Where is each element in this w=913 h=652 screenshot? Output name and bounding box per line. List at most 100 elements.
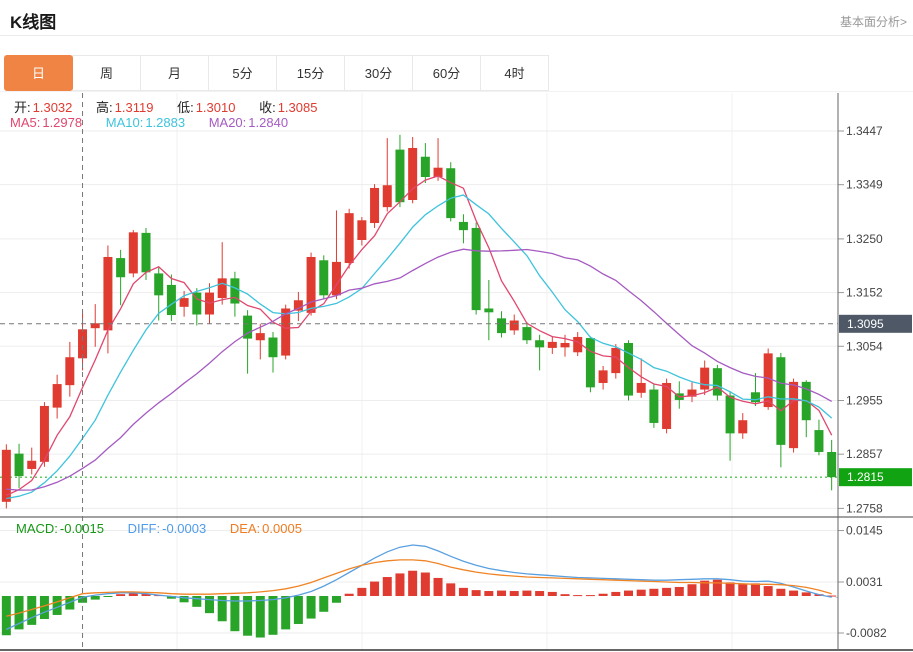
- macd-hist-bar: [598, 593, 608, 596]
- close-label: 收:: [259, 100, 276, 115]
- tab-5分[interactable]: 5分: [208, 55, 277, 91]
- macd-hist-bar: [509, 591, 519, 596]
- price-axis-label: 1.3054: [846, 339, 883, 353]
- candle-body[interactable]: [344, 213, 354, 264]
- candle-body[interactable]: [319, 260, 329, 296]
- candle-body[interactable]: [725, 395, 735, 434]
- candle-body[interactable]: [560, 342, 570, 348]
- macd-hist-bar: [395, 573, 405, 596]
- candle-body[interactable]: [27, 460, 37, 469]
- tab-15分[interactable]: 15分: [276, 55, 345, 91]
- candle-body[interactable]: [255, 333, 265, 341]
- macd-hist-bar: [357, 587, 367, 596]
- price-axis-label: 1.2955: [846, 393, 883, 407]
- macd-axis-label: 0.0031: [846, 575, 883, 589]
- tab-60分[interactable]: 60分: [412, 55, 481, 91]
- ma20-label: MA20:: [208, 115, 247, 130]
- tab-月[interactable]: 月: [140, 55, 209, 91]
- candle-body[interactable]: [217, 278, 227, 299]
- candle-body[interactable]: [458, 221, 468, 231]
- candle-body[interactable]: [547, 341, 557, 348]
- candle-body[interactable]: [14, 453, 24, 477]
- candle-body[interactable]: [738, 420, 748, 434]
- chart-area[interactable]: 1.3447 1.3349 1.3250 1.3152 1.3054 1.2955 1.28…: [0, 93, 913, 652]
- tab-30分[interactable]: 30分: [344, 55, 413, 91]
- candle-body[interactable]: [357, 220, 367, 241]
- candle-body[interactable]: [750, 392, 760, 403]
- candle-body[interactable]: [268, 337, 278, 358]
- macd-hist-bar: [344, 593, 354, 596]
- macd-hist-bar: [522, 590, 532, 596]
- macd-hist-bar: [535, 591, 545, 596]
- candle-body[interactable]: [166, 284, 176, 316]
- macd-hist-bar: [624, 590, 633, 596]
- macd-hist-bar: [484, 591, 494, 596]
- open-label: 开:: [14, 100, 31, 115]
- ma20-value: 1.2840: [248, 115, 289, 130]
- macd-hist-bar: [331, 595, 341, 603]
- macd-hist-bar: [370, 581, 380, 596]
- macd-hist-bar: [611, 591, 621, 596]
- candle-body[interactable]: [141, 232, 151, 273]
- candle-body[interactable]: [370, 187, 380, 224]
- candle-body[interactable]: [116, 258, 126, 278]
- candle-body[interactable]: [446, 168, 456, 219]
- macd-hist-bar: [116, 594, 126, 596]
- fundamental-analysis-link[interactable]: 基本面分析>: [840, 13, 907, 30]
- diff-value: -0.0003: [162, 521, 207, 536]
- candle-body[interactable]: [103, 256, 113, 331]
- candle-body[interactable]: [52, 384, 62, 408]
- dea-label: DEA:: [229, 521, 261, 536]
- price-axis-label: 1.3152: [846, 286, 883, 300]
- candle-body[interactable]: [700, 367, 710, 390]
- macd-axis-label: -0.0082: [846, 626, 887, 640]
- candle-body[interactable]: [585, 338, 595, 388]
- macd-hist-bar: [750, 583, 760, 596]
- macd-hist-bar: [420, 572, 430, 596]
- candle-body[interactable]: [598, 370, 608, 383]
- price-axis-label: 1.3447: [846, 124, 883, 138]
- candle-body[interactable]: [65, 357, 75, 386]
- candle-body[interactable]: [497, 318, 507, 334]
- kline-chart-canvas[interactable]: 1.3447 1.3349 1.3250 1.3152 1.3054 1.2955 1.28…: [0, 93, 913, 652]
- macd-hist-bar: [446, 583, 456, 596]
- candle-body[interactable]: [776, 357, 786, 445]
- candle-body[interactable]: [395, 149, 405, 203]
- candle-body[interactable]: [179, 298, 189, 307]
- close-value: 1.3085: [277, 100, 318, 115]
- candle-body[interactable]: [649, 389, 659, 423]
- low-value: 1.3010: [195, 100, 236, 115]
- ma5-value: 1.2978: [42, 115, 83, 130]
- candle-body[interactable]: [763, 353, 773, 408]
- macd-readout: MACD: -0.0015 DIFF: -0.0003 DEA: 0.0005: [16, 521, 304, 536]
- macd-hist-bar: [674, 586, 684, 596]
- candle-body[interactable]: [535, 340, 545, 348]
- page-title: K线图: [10, 13, 57, 32]
- macd-value: -0.0015: [59, 521, 104, 536]
- candle-body[interactable]: [382, 185, 392, 208]
- macd-hist-bar: [408, 570, 418, 596]
- tab-周[interactable]: 周: [72, 55, 141, 91]
- candle-body[interactable]: [471, 227, 481, 311]
- candle-body[interactable]: [712, 368, 722, 396]
- candle-body[interactable]: [814, 430, 824, 452]
- candle-body[interactable]: [636, 382, 646, 393]
- candle-body[interactable]: [128, 232, 138, 274]
- header: K线图 基本面分析>: [0, 0, 913, 36]
- candle-body[interactable]: [789, 381, 799, 449]
- tab-日[interactable]: 日: [4, 55, 73, 91]
- candle-body[interactable]: [827, 451, 837, 478]
- crosshair-price-badge-text: 1.3095: [847, 317, 884, 331]
- candle-body[interactable]: [306, 256, 316, 313]
- dea-value: 0.0005: [262, 521, 302, 536]
- candle-body[interactable]: [420, 156, 430, 178]
- candle-body[interactable]: [78, 329, 88, 359]
- candle-body[interactable]: [522, 327, 532, 341]
- macd-hist-bar: [205, 595, 214, 614]
- macd-hist-bar: [281, 595, 291, 630]
- candle-body[interactable]: [484, 308, 494, 313]
- tab-4时[interactable]: 4时: [480, 55, 549, 91]
- price-axis-label: 1.3349: [846, 178, 883, 192]
- candle-body[interactable]: [509, 320, 519, 331]
- candle-body[interactable]: [154, 273, 164, 296]
